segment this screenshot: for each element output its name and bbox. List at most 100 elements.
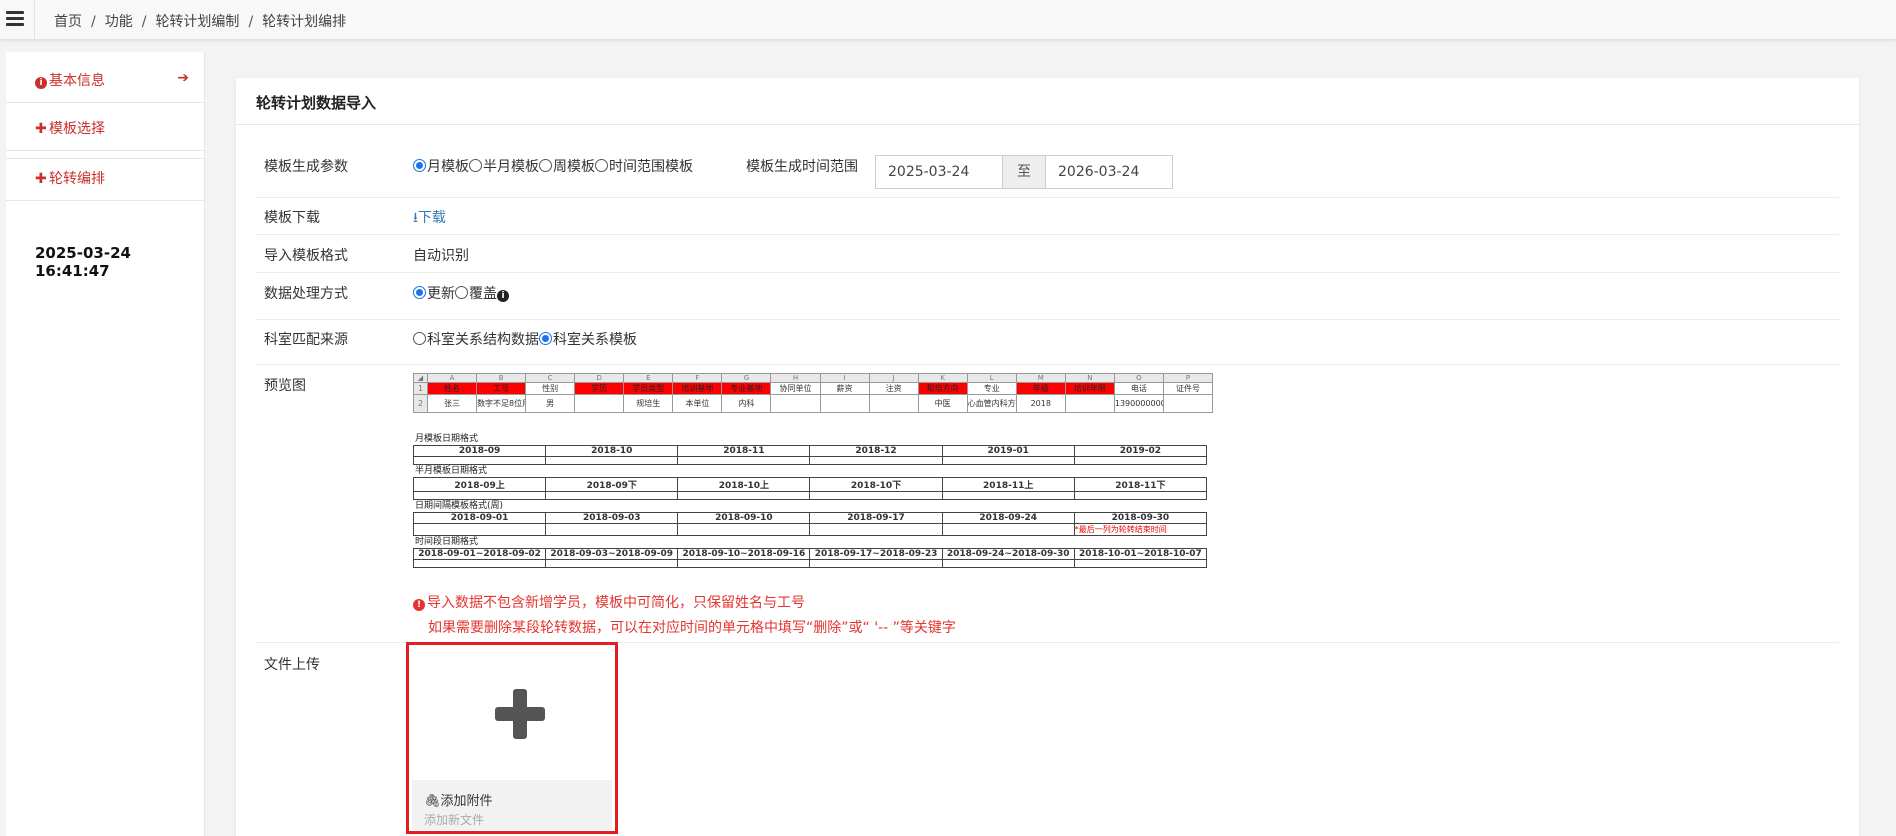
blank-cell bbox=[677, 559, 811, 568]
add-attachment-button[interactable]: 🖇添加附件 添加新文件 bbox=[406, 642, 618, 834]
range-format-table: 2018-09-01~2018-09-02 2018-09-03~2018-09-… bbox=[412, 548, 1208, 568]
range-format-cell: 2018-09-10~2018-09-16 bbox=[677, 548, 811, 560]
excel-header-cell: 注资 bbox=[868, 382, 919, 395]
excel-column-letter: L bbox=[966, 373, 1017, 383]
range-format-cell: 2018-09-03~2018-09-09 bbox=[545, 548, 679, 560]
sidebar-item-label: 轮转编排 bbox=[49, 171, 105, 187]
radio-half-month[interactable]: 半月模板 bbox=[469, 159, 539, 175]
upload-drop-area[interactable] bbox=[412, 648, 612, 778]
half-month-format-cell: 2018-09下 bbox=[545, 477, 679, 492]
excel-data-cell: 男 bbox=[525, 394, 576, 413]
radio-button[interactable] bbox=[595, 159, 608, 172]
sidebar-item-basic-info[interactable]: i 基本信息 ➔ bbox=[6, 70, 205, 90]
range-format-cell: 2018-10-01~2018-10-07 bbox=[1073, 548, 1208, 560]
breadcrumb-function[interactable]: 功能 bbox=[105, 14, 133, 30]
excel-header-cell: 薪资 bbox=[819, 382, 870, 395]
radio-button[interactable] bbox=[455, 286, 468, 299]
excel-header-cell: 年级 bbox=[1015, 382, 1066, 395]
radio-time-range[interactable]: 时间范围模板 bbox=[595, 159, 693, 175]
template-params-radios: 月模板 半月模板 周模板 时间范围模板 bbox=[413, 156, 693, 176]
radio-update[interactable]: 更新 bbox=[413, 286, 455, 302]
blank-cell bbox=[1073, 491, 1208, 500]
excel-data-cell: 心血管内科方向 bbox=[966, 394, 1017, 413]
excel-data-cell bbox=[1064, 394, 1115, 413]
blank-cell bbox=[677, 456, 811, 465]
blank-cell bbox=[809, 523, 943, 536]
excel-header-cell: 专业基地 bbox=[721, 382, 772, 395]
info-circle-icon: i bbox=[35, 73, 47, 89]
excel-data-cell bbox=[1162, 394, 1214, 413]
excel-sample-table: ◢ A B C D E F G H I J K L M N O P 1 姓名 工号 性别 学历 学员类型 培训基地 专业基地协… bbox=[413, 373, 1214, 413]
excel-column-letter: I bbox=[819, 373, 870, 383]
week-format-title: 日期间隔模板格式(周) bbox=[415, 501, 504, 511]
excel-data-cell bbox=[770, 394, 821, 413]
radio-dept-template[interactable]: 科室关系模板 bbox=[539, 332, 637, 348]
radio-week[interactable]: 周模板 bbox=[539, 159, 595, 175]
excel-column-letter: N bbox=[1064, 373, 1115, 383]
blank-cell bbox=[545, 491, 679, 500]
radio-month[interactable]: 月模板 bbox=[413, 159, 469, 175]
radio-button[interactable] bbox=[539, 332, 552, 345]
excel-header-cell: 证件号 bbox=[1162, 382, 1214, 395]
excel-column-letter: C bbox=[525, 373, 576, 383]
end-date-input[interactable]: 2026-03-24 bbox=[1045, 155, 1173, 189]
row-divider bbox=[256, 197, 1839, 198]
excel-column-letter: D bbox=[574, 373, 625, 383]
sidebar-item-rotation-arrange[interactable]: ✚ 轮转编排 bbox=[6, 168, 205, 188]
excel-row-number: 2 bbox=[413, 394, 428, 413]
excel-column-letter: B bbox=[476, 373, 527, 383]
breadcrumb-home[interactable]: 首页 bbox=[54, 14, 82, 30]
breadcrumb-plan-compile[interactable]: 轮转计划编制 bbox=[155, 14, 239, 30]
paperclip-icon: 🖇 bbox=[424, 794, 441, 809]
preview-image: ◢ A B C D E F G H I J K L M N O P 1 姓名 工号 性别 学历 学员类型 培训基地 专业基地协… bbox=[412, 373, 1214, 583]
blank-cell bbox=[941, 523, 1075, 536]
sidebar: i 基本信息 ➔ ✚ 模板选择 ✚ 轮转编排 2025-03-24 16:41:47 bbox=[6, 52, 205, 836]
top-bar: 首页 / 功能 / 轮转计划编制 / 轮转计划编排 bbox=[0, 0, 1896, 40]
excel-column-letter: M bbox=[1015, 373, 1066, 383]
radio-button[interactable] bbox=[469, 159, 482, 172]
blank-cell bbox=[545, 523, 679, 536]
month-format-cell: 2018-12 bbox=[809, 445, 943, 457]
excel-data-cell: 张三 bbox=[426, 394, 478, 413]
radio-button[interactable] bbox=[413, 159, 426, 172]
excel-header-cell: 学员类型 bbox=[623, 382, 674, 395]
sidebar-item-template-select[interactable]: ✚ 模板选择 bbox=[6, 118, 205, 138]
plus-icon bbox=[495, 707, 545, 721]
radio-button[interactable] bbox=[413, 286, 426, 299]
row-divider bbox=[256, 272, 1839, 273]
download-link[interactable]: ⭳下载 bbox=[413, 207, 446, 231]
half-month-format-cell: 2018-10上 bbox=[677, 477, 811, 492]
blank-cell bbox=[412, 559, 547, 568]
template-params-label: 模板生成参数 bbox=[264, 159, 348, 175]
radio-overwrite[interactable]: 覆盖 bbox=[455, 286, 497, 302]
card-title: 轮转计划数据导入 bbox=[256, 94, 377, 112]
blank-cell bbox=[809, 559, 943, 568]
month-format-table: 2018-09 2018-10 2018-11 2018-12 2019-01 2019-… bbox=[412, 445, 1208, 465]
blank-cell bbox=[809, 456, 943, 465]
excel-column-letter: A bbox=[426, 373, 478, 383]
radio-dept-structure[interactable]: 科室关系结构数据 bbox=[413, 332, 539, 348]
add-attachment-subtitle: 添加新文件 bbox=[424, 813, 485, 827]
month-format-cell: 2018-11 bbox=[677, 445, 811, 457]
import-format-label: 导入模板格式 bbox=[264, 248, 348, 264]
excel-data-cell: 规培生 bbox=[623, 394, 674, 413]
blank-cell bbox=[545, 456, 679, 465]
blank-cell bbox=[1073, 456, 1208, 465]
week-format-note: *最后一列为轮转结束时间 bbox=[1073, 523, 1208, 536]
add-attachment-title: 🖇添加附件 bbox=[424, 794, 493, 809]
excel-data-cell: 内科 bbox=[721, 394, 772, 413]
radio-button[interactable] bbox=[539, 159, 552, 172]
blank-cell bbox=[941, 456, 1075, 465]
radio-button[interactable] bbox=[413, 332, 426, 345]
hamburger-menu-icon[interactable] bbox=[6, 11, 24, 27]
range-format-cell: 2018-09-24~2018-09-30 bbox=[941, 548, 1075, 560]
range-format-cell: 2018-09-01~2018-09-02 bbox=[412, 548, 547, 560]
blank-cell bbox=[941, 559, 1075, 568]
date-range-separator: 至 bbox=[1003, 155, 1045, 189]
date-range-group: 2025-03-24 至 2026-03-24 bbox=[875, 155, 1173, 189]
excel-row-number: 1 bbox=[413, 382, 428, 395]
start-date-input[interactable]: 2025-03-24 bbox=[875, 155, 1003, 189]
row-divider bbox=[256, 319, 1839, 320]
excel-header-cell: 电话 bbox=[1113, 382, 1164, 395]
info-circle-icon[interactable]: i bbox=[497, 290, 509, 302]
